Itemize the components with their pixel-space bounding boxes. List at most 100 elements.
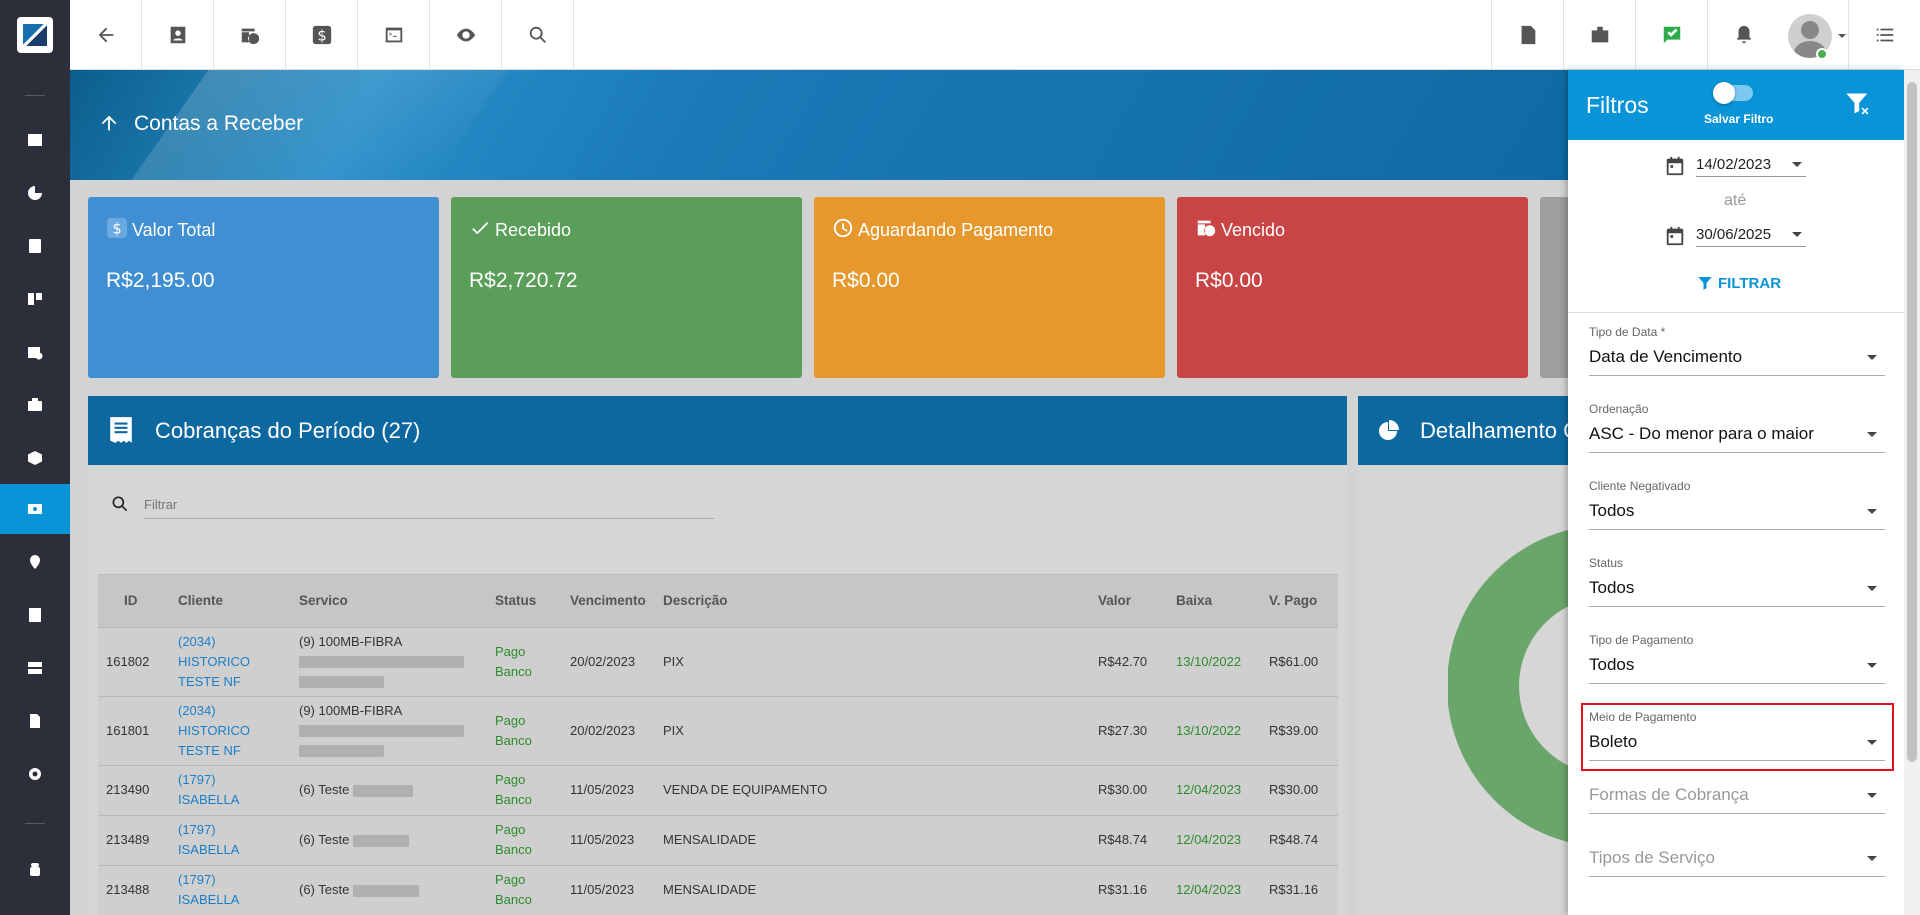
cell-vencimento: 20/02/2023 — [562, 695, 655, 765]
cell-servico: (9) 100MB-FIBRA — [291, 626, 487, 696]
column-header[interactable]: Vencimento — [562, 575, 655, 627]
briefcase-button[interactable] — [1563, 0, 1635, 70]
chevron-down-icon — [1838, 34, 1846, 38]
tipo-de-data-select[interactable]: Tipo de Data * Data de Vencimento — [1589, 325, 1885, 376]
meio-de-pagamento-select[interactable]: Meio de Pagamento Boleto — [1589, 710, 1885, 761]
app-logo[interactable] — [17, 17, 53, 53]
search-button[interactable] — [502, 0, 574, 70]
column-header[interactable]: Descrição — [655, 575, 1090, 627]
tipo-de-pagamento-select[interactable]: Tipo de Pagamento Todos — [1589, 633, 1885, 684]
column-header[interactable]: Servico — [291, 575, 487, 627]
cell-vpago: R$61.00 — [1261, 626, 1338, 696]
cell-cliente[interactable]: (1797) ISABELLA — [170, 864, 291, 915]
user-menu[interactable] — [1788, 12, 1848, 60]
status-select[interactable]: Status Todos — [1589, 556, 1885, 607]
column-header[interactable]: ID — [98, 575, 170, 627]
calendar-icon — [1666, 226, 1684, 246]
terminal-button[interactable] — [358, 0, 430, 70]
cobrancas-table: ID Cliente Servico Status Vencimento Des… — [98, 574, 1338, 915]
formas-de-cobranca-select[interactable]: Formas de Cobrança — [1589, 779, 1885, 814]
sidebar-item-products[interactable] — [0, 433, 70, 483]
field-placeholder: Formas de Cobrança — [1589, 785, 1885, 814]
cobrancas-title: Cobranças do Período (27) — [155, 418, 421, 443]
cell-id: 213489 — [98, 814, 170, 865]
date-to-field[interactable]: 30/06/2025 — [1664, 221, 1824, 251]
cell-cliente[interactable]: (2034) HISTORICO TESTE NF — [170, 626, 291, 696]
field-value: Todos — [1589, 501, 1885, 530]
cliente-negativado-select[interactable]: Cliente Negativado Todos — [1589, 479, 1885, 530]
calendar-clock-icon — [1195, 217, 1217, 244]
tipos-de-servico-select[interactable]: Tipos de Serviço — [1589, 842, 1885, 877]
sidebar-item-android[interactable] — [0, 845, 70, 895]
top-toolbar: $ — [70, 0, 1920, 70]
sidebar-item-settings[interactable] — [0, 749, 70, 799]
table-row[interactable]: 213490 (1797) ISABELLA (6) Teste Pago Ban… — [98, 764, 1338, 815]
sidebar-item-briefcase[interactable] — [0, 380, 70, 430]
map-pin-icon — [30, 555, 40, 569]
sidebar-item-reports[interactable] — [0, 168, 70, 218]
sidebar-item-contacts[interactable] — [0, 221, 70, 271]
sidebar-item-schedule[interactable] — [0, 327, 70, 377]
field-label: Cliente Negativado — [1589, 479, 1691, 493]
cell-servico: (6) Teste — [291, 764, 487, 815]
arrow-left-icon — [98, 27, 113, 43]
field-label: Meio de Pagamento — [1589, 710, 1697, 724]
salvar-filtro-toggle[interactable] — [1713, 82, 1753, 104]
drawer-scrollbar[interactable] — [1904, 70, 1920, 915]
menu-button[interactable] — [1848, 0, 1920, 70]
table-row[interactable]: 161801 (2034) HISTORICO TESTE NF (9) 100M… — [98, 695, 1338, 765]
column-header[interactable]: Status — [487, 575, 562, 627]
financial-button[interactable]: $ — [286, 0, 358, 70]
notifications-button[interactable] — [1707, 0, 1779, 70]
table-row[interactable]: 213488 (1797) ISABELLA (6) Teste Pago Ban… — [98, 864, 1338, 915]
table-row[interactable]: 161802 (2034) HISTORICO TESTE NF (9) 100M… — [98, 626, 1338, 696]
contacts-button[interactable] — [142, 0, 214, 70]
ordenacao-select[interactable]: Ordenação ASC - Do menor para o maior — [1589, 402, 1885, 453]
card-value: R$0.00 — [1195, 269, 1263, 292]
view-button[interactable] — [430, 0, 502, 70]
card-value: R$2,195.00 — [106, 269, 215, 292]
cell-cliente[interactable]: (1797) ISABELLA — [170, 764, 291, 815]
cell-servico: (6) Teste — [291, 864, 487, 915]
drawer-divider — [1568, 312, 1904, 313]
dollar-icon: $ — [106, 217, 128, 244]
sidebar-item-servers[interactable] — [0, 643, 70, 693]
sidebar-item-board[interactable] — [0, 274, 70, 324]
field-value: ASC - Do menor para o maior — [1589, 424, 1885, 453]
list-icon — [29, 608, 41, 622]
cell-descricao: PIX — [655, 626, 1090, 696]
column-header[interactable]: Baixa — [1168, 575, 1261, 627]
back-button[interactable] — [70, 0, 142, 70]
cell-cliente[interactable]: (1797) ISABELLA — [170, 814, 291, 865]
card-value: R$2,720.72 — [469, 269, 578, 292]
date-from-field[interactable]: 14/02/2023 — [1664, 151, 1824, 181]
cell-cliente[interactable]: (2034) HISTORICO TESTE NF — [170, 695, 291, 765]
cell-valor: R$48.74 — [1090, 814, 1168, 865]
pie-chart-icon — [28, 186, 42, 200]
left-sidebar — [0, 0, 70, 915]
filtrar-button[interactable]: FILTRAR — [1696, 274, 1781, 292]
tasks-button[interactable] — [1635, 0, 1707, 70]
calendar-clock-icon — [28, 347, 43, 360]
schedule-button[interactable] — [214, 0, 286, 70]
pdf-button[interactable] — [1491, 0, 1563, 70]
sidebar-item-location[interactable] — [0, 537, 70, 587]
table-row[interactable]: 213489 (1797) ISABELLA (6) Teste Pago Ban… — [98, 814, 1338, 865]
sidebar-item-documents[interactable] — [0, 696, 70, 746]
filter-input[interactable] — [144, 491, 714, 519]
column-header[interactable]: V. Pago — [1261, 575, 1338, 627]
field-value: Data de Vencimento — [1589, 347, 1885, 376]
clear-filter-button[interactable] — [1844, 90, 1872, 123]
contact-card-icon — [29, 239, 41, 253]
cell-id: 213488 — [98, 864, 170, 915]
sidebar-item-financial[interactable] — [0, 484, 70, 534]
cell-descricao: MENSALIDADE — [655, 814, 1090, 865]
sidebar-item-dashboard[interactable] — [0, 115, 70, 165]
column-header[interactable]: Valor — [1090, 575, 1168, 627]
chat-check-icon — [1663, 26, 1680, 44]
scrollbar-thumb[interactable] — [1907, 82, 1917, 762]
sidebar-item-list[interactable] — [0, 590, 70, 640]
bell-icon — [1736, 25, 1751, 44]
cell-valor: R$31.16 — [1090, 864, 1168, 915]
column-header[interactable]: Cliente — [170, 575, 291, 627]
